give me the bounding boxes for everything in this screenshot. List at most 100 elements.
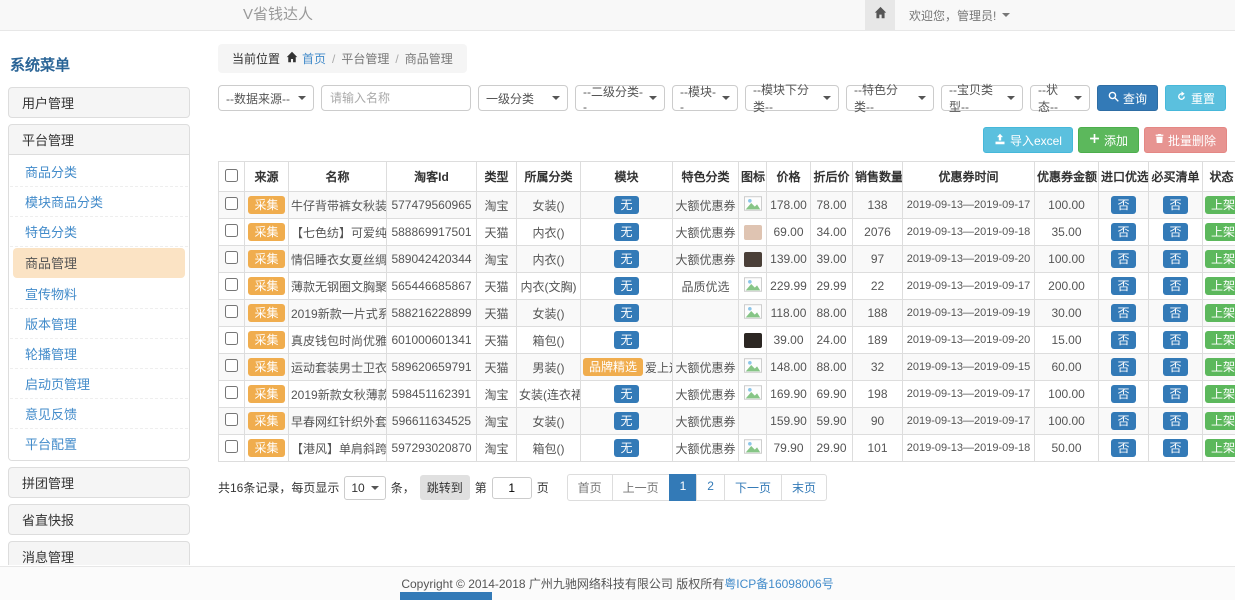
must-buy-toggle[interactable]: 否 — [1163, 439, 1187, 457]
pager-button[interactable]: 末页 — [781, 474, 827, 501]
import-cell: 否 — [1099, 300, 1149, 327]
status-toggle[interactable]: 上架 — [1205, 331, 1235, 349]
add-button[interactable]: 添加 — [1078, 127, 1139, 153]
import-toggle[interactable]: 否 — [1111, 196, 1135, 214]
module-badge[interactable]: 无 — [614, 385, 638, 403]
import-toggle[interactable]: 否 — [1111, 223, 1135, 241]
module-badge[interactable]: 无 — [614, 196, 638, 214]
sidebar-section[interactable]: 省直快报 — [9, 505, 189, 534]
module-badge[interactable]: 无 — [614, 304, 638, 322]
filter-select[interactable]: --特色分类-- — [846, 85, 934, 111]
must-buy-toggle[interactable]: 否 — [1163, 412, 1187, 430]
must-buy-toggle[interactable]: 否 — [1163, 331, 1187, 349]
must-buy-toggle[interactable]: 否 — [1163, 358, 1187, 376]
must-buy-toggle[interactable]: 否 — [1163, 250, 1187, 268]
must-buy-toggle[interactable]: 否 — [1163, 304, 1187, 322]
sidebar-section[interactable]: 消息管理 — [9, 542, 189, 565]
module-badge[interactable]: 无 — [614, 250, 638, 268]
filter-select[interactable]: --数据来源-- — [218, 85, 314, 111]
module-badge[interactable]: 无 — [614, 412, 638, 430]
product-category: 女装(连衣裙) — [517, 381, 581, 408]
pager-button[interactable]: 2 — [696, 474, 725, 501]
module-badge[interactable]: 无 — [614, 439, 638, 457]
breadcrumb-item-platform: 平台管理 — [341, 50, 389, 67]
jump-button[interactable]: 跳转到 — [420, 475, 470, 500]
row-checkbox[interactable] — [225, 305, 238, 318]
sidebar-section[interactable]: 拼团管理 — [9, 468, 189, 497]
status-toggle[interactable]: 上架 — [1205, 223, 1235, 241]
sidebar-item[interactable]: 商品分类 — [10, 157, 188, 187]
icp-link[interactable]: 粤ICP备16098006号 — [724, 575, 833, 592]
row-checkbox[interactable] — [225, 413, 238, 426]
user-menu[interactable]: 欢迎您，管理员! — [895, 0, 1024, 30]
status-toggle[interactable]: 上架 — [1205, 277, 1235, 295]
import-toggle[interactable]: 否 — [1111, 358, 1135, 376]
page-number-input[interactable] — [492, 477, 532, 499]
status-toggle[interactable]: 上架 — [1205, 250, 1235, 268]
row-checkbox[interactable] — [225, 278, 238, 291]
sidebar-item[interactable]: 意见反馈 — [10, 399, 188, 429]
row-checkbox[interactable] — [225, 440, 238, 453]
sidebar-item[interactable]: 轮播管理 — [10, 339, 188, 369]
sidebar-item[interactable]: 宣传物料 — [10, 279, 188, 309]
home-button[interactable] — [865, 0, 895, 30]
must-buy-toggle[interactable]: 否 — [1163, 277, 1187, 295]
row-checkbox[interactable] — [225, 197, 238, 210]
status-toggle[interactable]: 上架 — [1205, 385, 1235, 403]
name-search-input[interactable] — [321, 85, 471, 111]
status-toggle[interactable]: 上架 — [1205, 196, 1235, 214]
import-toggle[interactable]: 否 — [1111, 331, 1135, 349]
row-checkbox[interactable] — [225, 332, 238, 345]
status-toggle[interactable]: 上架 — [1205, 412, 1235, 430]
sidebar-item[interactable]: 平台配置 — [10, 429, 188, 458]
module-badge[interactable]: 无 — [614, 331, 638, 349]
module-badge[interactable]: 品牌精选 — [583, 358, 643, 376]
icon-cell — [739, 435, 767, 462]
reset-button[interactable]: 重置 — [1165, 85, 1226, 111]
filter-select[interactable]: --二级分类-- — [575, 85, 665, 111]
breadcrumb-item-current: 商品管理 — [405, 50, 453, 67]
pager-button[interactable]: 1 — [669, 474, 698, 501]
sidebar-section[interactable]: 用户管理 — [9, 88, 189, 117]
pager-button[interactable]: 首页 — [567, 474, 613, 501]
filter-select[interactable]: --宝贝类型-- — [941, 85, 1023, 111]
import-cell: 否 — [1099, 273, 1149, 300]
sidebar-item[interactable]: 启动页管理 — [10, 369, 188, 399]
sidebar-item[interactable]: 特色分类 — [10, 217, 188, 247]
status-toggle[interactable]: 上架 — [1205, 304, 1235, 322]
filter-select[interactable]: --模块-- — [672, 85, 738, 111]
per-page-select[interactable]: 10 — [344, 476, 385, 500]
sidebar-item[interactable]: 商品管理 — [13, 248, 185, 278]
batch-delete-button[interactable]: 批量删除 — [1144, 127, 1227, 153]
import-toggle[interactable]: 否 — [1111, 304, 1135, 322]
sidebar-item[interactable]: 模块商品分类 — [10, 187, 188, 217]
import-toggle[interactable]: 否 — [1111, 385, 1135, 403]
filter-select[interactable]: --状态-- — [1030, 85, 1090, 111]
price: 169.90 — [767, 381, 811, 408]
row-checkbox[interactable] — [225, 251, 238, 264]
status-toggle[interactable]: 上架 — [1205, 358, 1235, 376]
import-toggle[interactable]: 否 — [1111, 277, 1135, 295]
must-buy-toggle[interactable]: 否 — [1163, 223, 1187, 241]
status-toggle[interactable]: 上架 — [1205, 439, 1235, 457]
search-button[interactable]: 查询 — [1097, 85, 1158, 111]
breadcrumb-home-link[interactable]: 首页 — [302, 50, 326, 67]
import-excel-button[interactable]: 导入excel — [983, 127, 1073, 153]
must-buy-toggle[interactable]: 否 — [1163, 385, 1187, 403]
row-checkbox[interactable] — [225, 359, 238, 372]
must-buy-toggle[interactable]: 否 — [1163, 196, 1187, 214]
sidebar-item[interactable]: 版本管理 — [10, 309, 188, 339]
sidebar-section[interactable]: 平台管理 — [9, 125, 189, 154]
pager-button[interactable]: 下一页 — [724, 474, 782, 501]
filter-select[interactable]: 一级分类 — [478, 85, 568, 111]
row-checkbox[interactable] — [225, 224, 238, 237]
row-checkbox[interactable] — [225, 386, 238, 399]
pager-button[interactable]: 上一页 — [612, 474, 670, 501]
filter-select[interactable]: --模块下分类-- — [745, 85, 839, 111]
module-badge[interactable]: 无 — [614, 277, 638, 295]
import-toggle[interactable]: 否 — [1111, 439, 1135, 457]
import-toggle[interactable]: 否 — [1111, 412, 1135, 430]
module-badge[interactable]: 无 — [614, 223, 638, 241]
select-all-checkbox[interactable] — [225, 169, 238, 182]
import-toggle[interactable]: 否 — [1111, 250, 1135, 268]
